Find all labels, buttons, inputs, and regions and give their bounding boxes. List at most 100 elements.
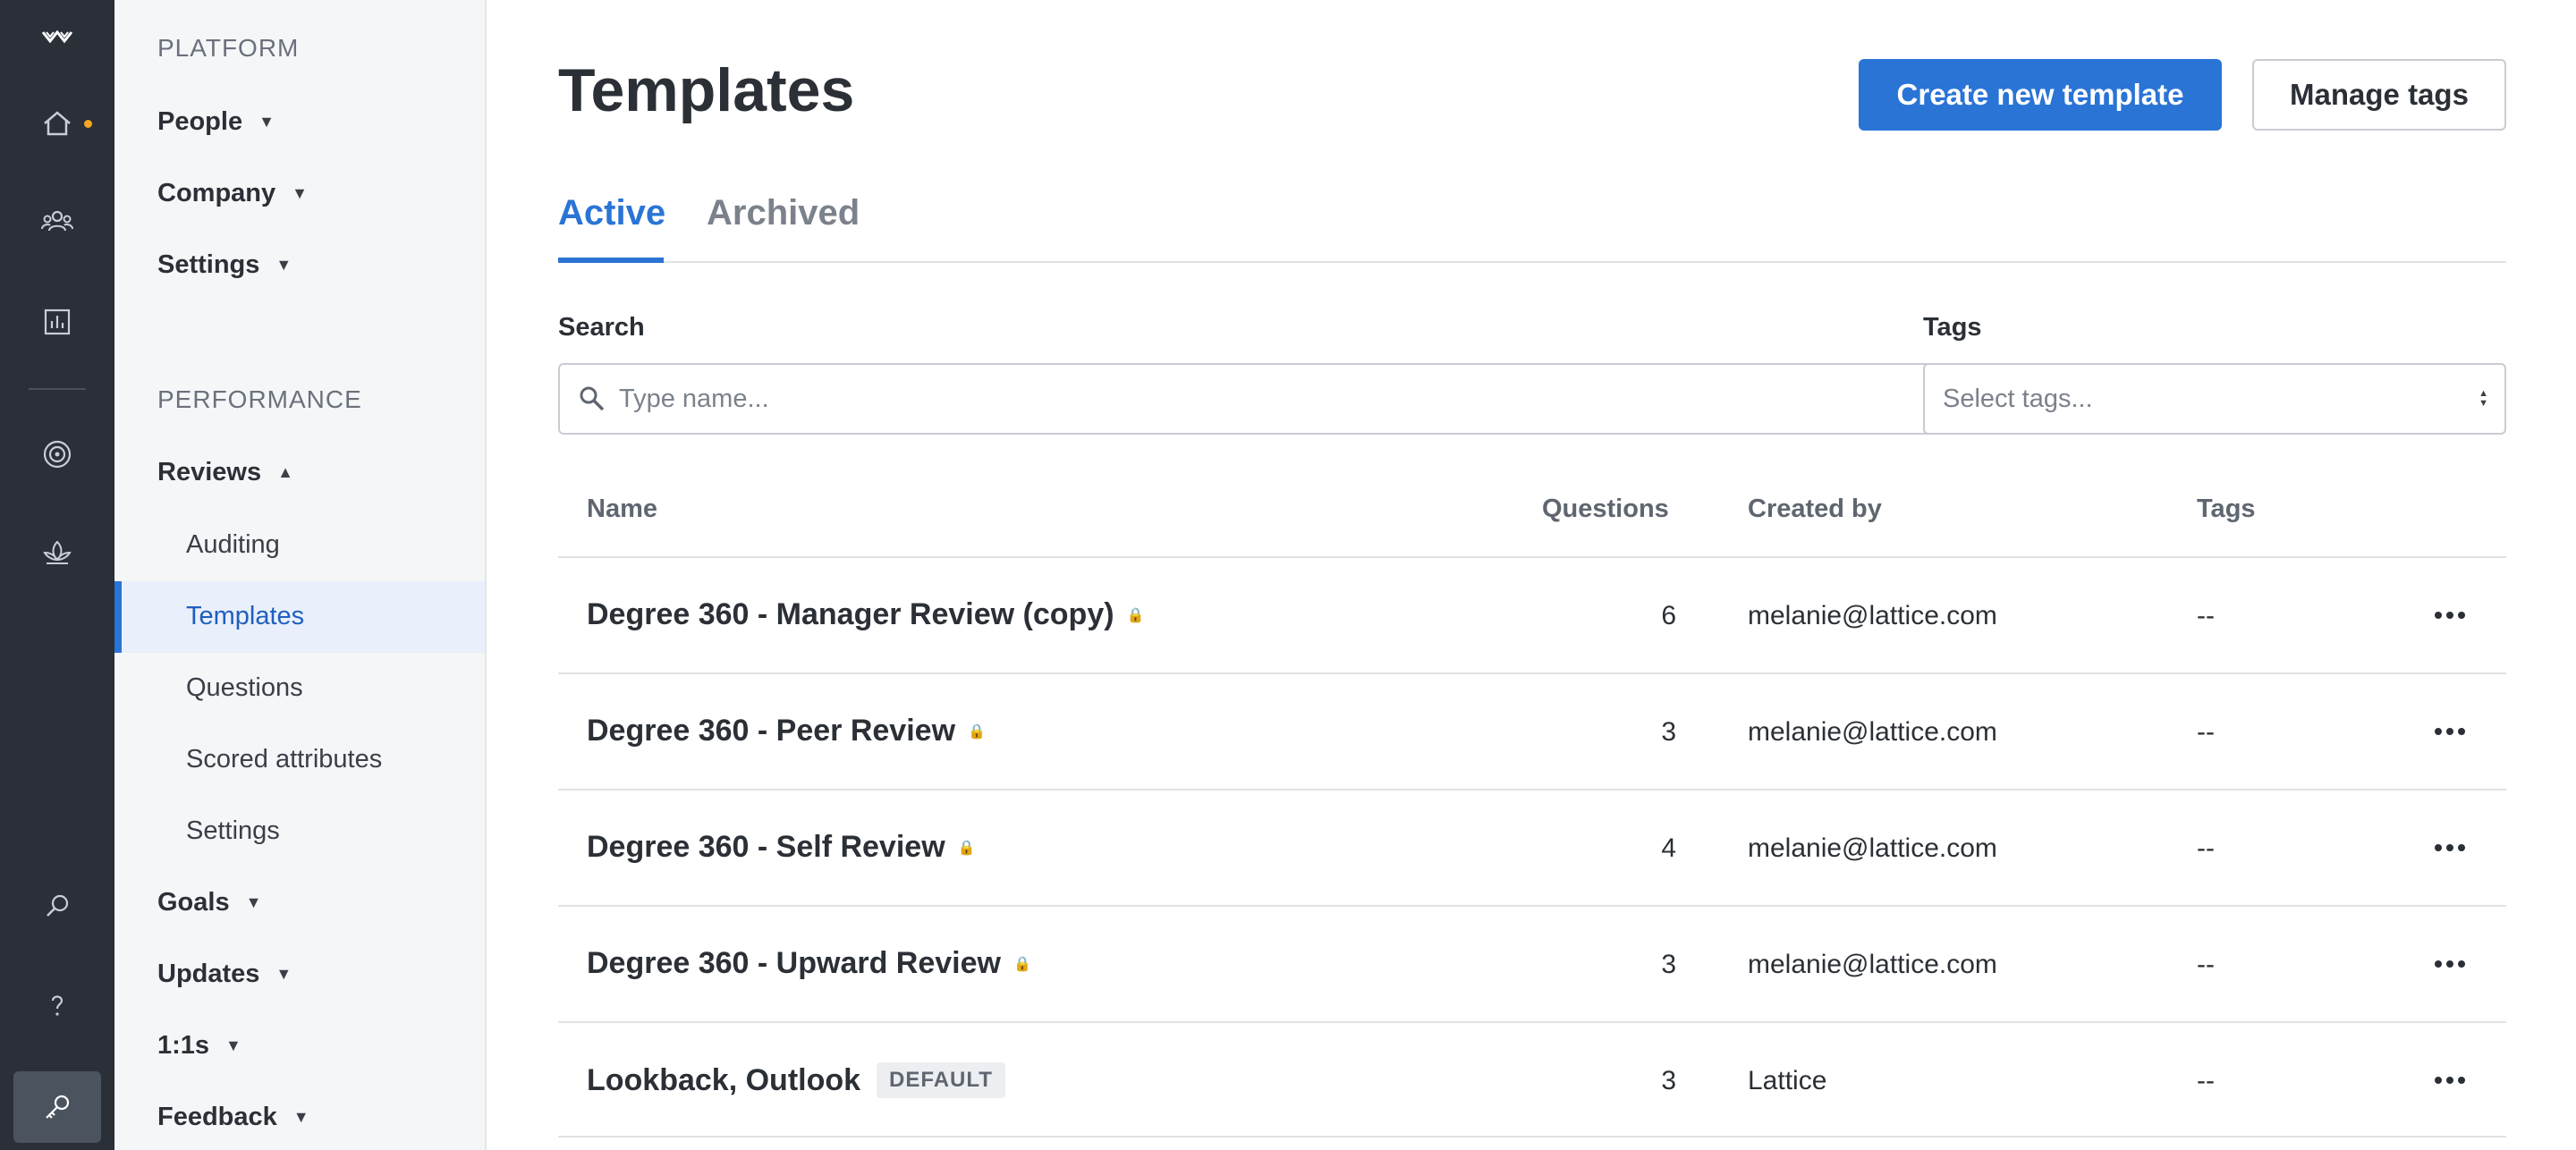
table-row[interactable]: Degree 360 - Manager Review (copy) 🔒 6 me… (558, 556, 2506, 672)
lock-icon: 🔒 (1013, 956, 1031, 972)
sidebar-item-one-on-ones[interactable]: 1:1s ▼ (157, 1031, 242, 1061)
search-input[interactable] (619, 384, 1871, 414)
growth-icon[interactable] (0, 517, 114, 588)
default-badge: DEFAULT (877, 1062, 1005, 1098)
sidebar-item-people[interactable]: People ▼ (157, 107, 275, 137)
more-options-icon[interactable] (2428, 715, 2472, 748)
sidebar-item-auditing[interactable]: Auditing (186, 530, 280, 560)
more-options-icon[interactable] (2428, 1064, 2472, 1096)
question-count: 3 (1661, 717, 1676, 747)
sidebar-item-label: 1:1s (157, 1031, 210, 1060)
tabs-divider (558, 261, 2506, 263)
notification-dot (84, 120, 92, 128)
help-icon[interactable] (0, 970, 114, 1042)
template-name[interactable]: Degree 360 - Upward Review 🔒 (587, 946, 1031, 981)
table-row[interactable]: Degree 360 - Self Review 🔒 4 melanie@latt… (558, 789, 2506, 905)
lock-icon: 🔒 (968, 723, 986, 740)
lock-icon: 🔒 (1126, 607, 1145, 623)
caret-down-icon: ▼ (225, 1036, 242, 1054)
tab-active[interactable]: Active (558, 193, 665, 233)
search-icon (580, 386, 605, 411)
template-tags: -- (2197, 1066, 2215, 1095)
search-icon[interactable] (0, 870, 114, 942)
sidebar-item-label: People (157, 107, 243, 136)
create-new-template-button[interactable]: Create new template (1859, 59, 2222, 131)
column-header-name[interactable]: Name (587, 495, 657, 524)
question-count: 6 (1661, 601, 1676, 630)
icon-rail (0, 0, 114, 1150)
created-by: melanie@lattice.com (1748, 833, 1997, 863)
column-header-questions[interactable]: Questions (1542, 495, 1669, 524)
sidebar-item-label: Company (157, 179, 276, 207)
template-tags: -- (2197, 950, 2215, 979)
column-header-created-by[interactable]: Created by (1748, 495, 1882, 524)
sidebar-item-reviews[interactable]: Reviews ▲ (157, 458, 293, 487)
template-name[interactable]: Degree 360 - Peer Review 🔒 (587, 714, 986, 748)
caret-up-icon: ▲ (277, 463, 293, 481)
lattice-logo-icon[interactable] (0, 2, 114, 73)
admin-key-icon[interactable] (0, 1071, 114, 1143)
template-name-text: Lookback, Outlook (587, 1062, 861, 1097)
sidebar-item-scored-attributes[interactable]: Scored attributes (186, 745, 382, 774)
template-name-text: Degree 360 - Manager Review (copy) (587, 597, 1114, 631)
table-row[interactable]: Degree 360 - Peer Review 🔒 3 melanie@latt… (558, 672, 2506, 789)
select-arrows-icon: ▲ ▼ (2479, 388, 2488, 409)
created-by: Lattice (1748, 1066, 1827, 1095)
tab-archived[interactable]: Archived (707, 193, 860, 233)
sidebar-item-label: Updates (157, 960, 260, 988)
sidebar-nav: PLATFORM People ▼ Company ▼ Settings ▼ PERF… (114, 0, 487, 1150)
search-field[interactable] (558, 363, 1934, 435)
sidebar-item-goals[interactable]: Goals ▼ (157, 888, 261, 917)
sidebar-item-company[interactable]: Company ▼ (157, 179, 308, 208)
reports-icon[interactable] (0, 286, 114, 358)
caret-down-icon: ▼ (292, 184, 308, 202)
sidebar-item-label: Reviews (157, 458, 262, 486)
sidebar-item-questions[interactable]: Questions (186, 673, 303, 703)
people-icon[interactable] (0, 186, 114, 258)
sidebar-item-feedback[interactable]: Feedback ▼ (157, 1103, 309, 1132)
tags-select[interactable]: Select tags... ▲ ▼ (1923, 363, 2506, 435)
created-by: melanie@lattice.com (1748, 950, 1997, 979)
caret-down-icon: ▼ (292, 1108, 309, 1126)
question-count: 4 (1661, 833, 1676, 863)
template-tags: -- (2197, 833, 2215, 863)
rail-divider (29, 388, 86, 390)
sidebar-item-label: Settings (157, 250, 260, 279)
template-name-text: Degree 360 - Peer Review (587, 714, 956, 748)
caret-down-icon: ▼ (275, 256, 292, 274)
sidebar-item-label: Goals (157, 888, 230, 917)
manage-tags-button[interactable]: Manage tags (2252, 59, 2506, 131)
platform-section-label: PLATFORM (157, 34, 300, 62)
template-name[interactable]: Degree 360 - Self Review 🔒 (587, 830, 976, 865)
template-name[interactable]: Lookback, Outlook DEFAULT (587, 1062, 1005, 1098)
search-label: Search (558, 313, 645, 342)
sidebar-item-settings[interactable]: Settings ▼ (157, 250, 292, 280)
lock-icon: 🔒 (957, 840, 976, 856)
home-icon[interactable] (0, 88, 114, 159)
goals-target-icon[interactable] (0, 419, 114, 490)
sidebar-item-templates[interactable]: Templates (186, 602, 304, 631)
sidebar-item-label: Feedback (157, 1103, 277, 1131)
sidebar-item-updates[interactable]: Updates ▼ (157, 960, 292, 989)
caret-down-icon: ▼ (275, 965, 292, 983)
tags-select-placeholder: Select tags... (1943, 384, 2093, 413)
caret-down-icon: ▼ (245, 893, 262, 911)
page-title: Templates (558, 56, 855, 124)
template-tags: -- (2197, 717, 2215, 747)
question-count: 3 (1661, 1066, 1676, 1095)
more-options-icon[interactable] (2428, 599, 2472, 631)
sidebar-item-review-settings[interactable]: Settings (186, 816, 280, 846)
column-header-tags[interactable]: Tags (2197, 495, 2256, 524)
caret-down-icon: ▼ (258, 113, 275, 131)
template-name-text: Degree 360 - Self Review (587, 830, 945, 864)
template-name[interactable]: Degree 360 - Manager Review (copy) 🔒 (587, 597, 1144, 632)
more-options-icon[interactable] (2428, 832, 2472, 864)
template-tags: -- (2197, 601, 2215, 630)
table-row[interactable]: Lookback, Outlook DEFAULT 3 Lattice -- (558, 1021, 2506, 1137)
question-count: 3 (1661, 950, 1676, 979)
template-name-text: Degree 360 - Upward Review (587, 946, 1001, 980)
main-content: Templates Create new template Manage tag… (487, 0, 2576, 1150)
table-row[interactable]: Degree 360 - Upward Review 🔒 3 melanie@la… (558, 905, 2506, 1021)
more-options-icon[interactable] (2428, 948, 2472, 980)
created-by: melanie@lattice.com (1748, 601, 1997, 630)
